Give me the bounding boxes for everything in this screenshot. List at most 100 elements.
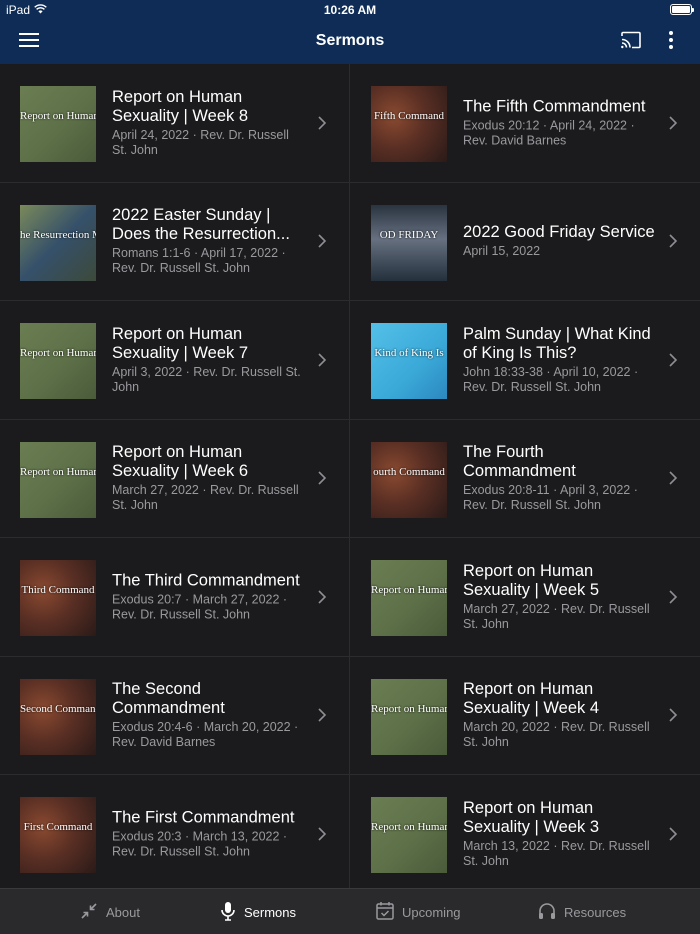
sermon-meta: April 24, 2022 · Rev. Dr. Russell St. Jo…: [112, 127, 289, 157]
sermon-title: The Fifth Commandment: [463, 97, 646, 116]
battery-icon: [670, 4, 694, 15]
sermon-item[interactable]: First Command The First Commandment Exodus…: [0, 775, 350, 888]
sermon-text: Report on Human Sexuality | Week 4 March …: [463, 680, 658, 750]
nav-bar: Sermons: [0, 20, 700, 64]
thumbnail-title: Second Command: [20, 702, 96, 715]
sermon-item[interactable]: Report on Human Se Report on Human Sexual…: [0, 64, 350, 183]
thumbnail-title: OD FRIDAY: [379, 228, 439, 241]
sermon-title: Palm Sunday | What Kind of King Is This?: [463, 324, 651, 362]
sermon-meta: Exodus 20:7 · March 27, 2022 · Rev. Dr. …: [112, 592, 288, 622]
tab-upcoming-label: Upcoming: [402, 904, 461, 920]
thumbnail-title: ourth Command: [373, 465, 445, 478]
sermon-list: Report on Human Se Report on Human Sexual…: [0, 64, 700, 888]
sermon-text: Report on Human Sexuality | Week 5 March …: [463, 562, 658, 632]
sermon-meta: Exodus 20:12 · April 24, 2022 · Rev. Dav…: [463, 118, 635, 148]
chevron-right-icon: [668, 589, 678, 605]
thumbnail-title: Kind of King Is: [374, 347, 444, 359]
sermon-meta: March 27, 2022 · Rev. Dr. Russell St. Jo…: [463, 601, 650, 631]
sermon-title: 2022 Good Friday Service: [463, 223, 655, 242]
sermon-item[interactable]: Report on Human Se Report on Human Sexual…: [350, 657, 700, 775]
sermon-thumbnail: Fifth Command: [371, 86, 447, 162]
sermon-item[interactable]: Kind of King Is Palm Sunday | What Kind o…: [350, 301, 700, 420]
collapse-arrows-icon: [80, 902, 98, 923]
sermon-thumbnail: Report on Human Se: [20, 441, 96, 518]
chevron-right-icon: [668, 470, 678, 486]
chevron-right-icon: [317, 589, 327, 605]
sermon-item[interactable]: Report on Human Se Report on Human Sexual…: [350, 538, 700, 657]
status-bar: iPad 10:26 AM: [0, 0, 700, 20]
thumbnail-title: Third Command: [21, 584, 95, 596]
sermon-title: The Third Commandment: [112, 571, 300, 590]
tab-resources[interactable]: Resources: [538, 889, 626, 934]
sermon-item[interactable]: Report on Human Se Report on Human Sexual…: [0, 301, 350, 420]
sermon-meta: March 27, 2022 · Rev. Dr. Russell St. Jo…: [112, 483, 299, 513]
sermon-text: 2022 Easter Sunday | Does the Resurrecti…: [112, 206, 307, 276]
thumbnail-title: Report on Human Se: [20, 465, 96, 478]
tab-about-label: About: [106, 904, 140, 920]
chevron-right-icon: [668, 233, 678, 249]
sermon-item[interactable]: OD FRIDAY 2022 Good Friday Service April 1…: [350, 183, 700, 301]
thumbnail-title: Report on Human Se: [371, 702, 447, 715]
tab-sermons[interactable]: Sermons: [220, 889, 296, 934]
tab-about[interactable]: About: [80, 889, 140, 934]
sermon-thumbnail: Report on Human Se: [371, 560, 447, 636]
sermon-title: The First Commandment: [112, 808, 295, 827]
sermon-title: 2022 Easter Sunday | Does the Resurrecti…: [112, 206, 290, 244]
sermon-thumbnail: Report on Human Se: [371, 678, 447, 755]
sermon-item[interactable]: Report on Human Se Report on Human Sexual…: [350, 775, 700, 888]
tab-resources-label: Resources: [564, 904, 627, 920]
cast-button[interactable]: [617, 28, 645, 56]
sermon-thumbnail: Report on Human Se: [20, 86, 96, 162]
status-time: 10:26 AM: [323, 3, 377, 17]
thumbnail-title: First Command: [23, 821, 93, 833]
sermon-text: Report on Human Sexuality | Week 8 April …: [112, 88, 307, 158]
microphone-icon: [220, 901, 236, 924]
cast-icon: [620, 31, 642, 54]
sermon-meta: Exodus 20:4-6 · March 20, 2022 · Rev. Da…: [112, 720, 299, 750]
sermon-thumbnail: Third Command: [20, 560, 96, 636]
sermon-item[interactable]: Report on Human Se Report on Human Sexual…: [0, 419, 350, 538]
sermon-title: Report on Human Sexuality | Week 3: [463, 798, 600, 836]
sermon-item[interactable]: Second Command The Second Commandment Exod…: [0, 656, 350, 775]
sermon-meta: John 18:33-38 · April 10, 2022 · Rev. Dr…: [463, 364, 639, 394]
thumbnail-title: Report on Human Se: [20, 110, 96, 122]
sermon-item[interactable]: Third Command The Third Commandment Exodus…: [0, 538, 350, 657]
sermon-meta: April 15, 2022: [463, 244, 541, 259]
sermon-grid: Report on Human Se Report on Human Sexual…: [0, 64, 700, 888]
sermon-thumbnail: he Resurrection M: [20, 204, 96, 281]
thumbnail-title: Report on Human Se: [20, 347, 96, 359]
sermon-thumbnail: First Command: [20, 797, 96, 873]
chevron-right-icon: [668, 352, 678, 368]
chevron-right-icon: [317, 352, 327, 368]
sermon-meta: Exodus 20:8-11 · April 3, 2022 · Rev. Dr…: [463, 483, 638, 513]
sermon-thumbnail: OD FRIDAY: [371, 204, 447, 281]
sermon-meta: Exodus 20:3 · March 13, 2022 · Rev. Dr. …: [112, 829, 288, 859]
sermon-title: The Second Commandment: [112, 680, 225, 718]
sermon-title: Report on Human Sexuality | Week 6: [112, 443, 249, 481]
sermon-item[interactable]: ourth Command The Fourth Commandment Exodu…: [350, 420, 700, 538]
tab-bar: About Sermons Upcoming Resources: [0, 888, 700, 934]
thumbnail-title: Report on Human Se: [371, 584, 447, 596]
more-button[interactable]: [657, 28, 685, 56]
thumbnail-title: Report on Human Se: [371, 821, 447, 833]
chevron-right-icon: [668, 707, 678, 723]
sermon-text: 2022 Good Friday Service April 15, 2022: [463, 223, 658, 259]
tab-upcoming[interactable]: Upcoming: [376, 889, 461, 934]
sermon-text: The Fifth Commandment Exodus 20:12 · Apri…: [463, 97, 658, 148]
sermon-text: The Fourth Commandment Exodus 20:8-11 · A…: [463, 443, 658, 513]
sermon-meta: March 20, 2022 · Rev. Dr. Russell St. Jo…: [463, 720, 650, 750]
sermon-item[interactable]: Fifth Command The Fifth Commandment Exodus…: [350, 64, 700, 183]
sermon-text: Report on Human Sexuality | Week 7 April …: [112, 325, 307, 395]
sermon-meta: March 13, 2022 · Rev. Dr. Russell St. Jo…: [463, 838, 650, 868]
sermon-text: The Third Commandment Exodus 20:7 · March…: [112, 571, 307, 622]
sermon-meta: April 3, 2022 · Rev. Dr. Russell St. Joh…: [112, 364, 301, 394]
sermon-title: The Fourth Commandment: [463, 443, 576, 481]
sermon-thumbnail: Report on Human Se: [371, 797, 447, 873]
chevron-right-icon: [317, 707, 327, 723]
chevron-right-icon: [668, 826, 678, 842]
sermon-item[interactable]: he Resurrection M 2022 Easter Sunday | Do…: [0, 182, 350, 301]
sermon-text: Report on Human Sexuality | Week 3 March …: [463, 799, 658, 869]
sermon-title: Report on Human Sexuality | Week 8: [112, 87, 249, 125]
chevron-right-icon: [317, 470, 327, 486]
sermon-text: The Second Commandment Exodus 20:4-6 · Ma…: [112, 680, 307, 750]
